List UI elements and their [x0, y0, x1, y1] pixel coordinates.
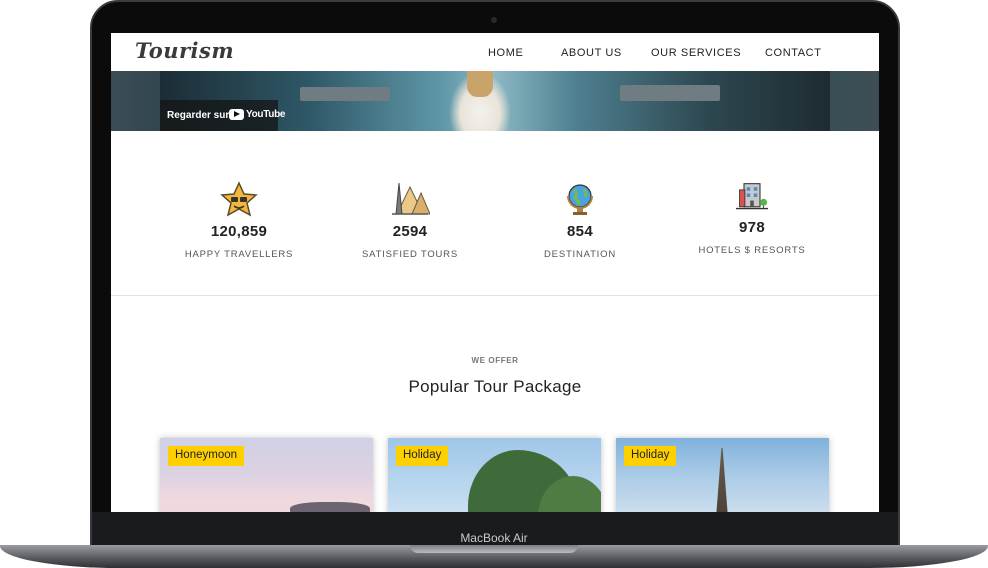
globe-icon	[567, 184, 593, 215]
woman-hair	[467, 71, 493, 97]
stat-label: DESTINATION	[544, 249, 616, 260]
nav-our-services[interactable]: OUR SERVICES	[651, 47, 741, 59]
tour-card-holiday[interactable]: Holiday	[388, 438, 601, 512]
restaurant-table	[620, 85, 720, 101]
stat-satisfied-tours: 2594 SATISFIED TOURS	[325, 181, 495, 260]
camera-icon	[491, 17, 497, 23]
stat-value: 854	[567, 223, 593, 240]
youtube-label: YouTube	[246, 109, 286, 120]
hotel-building-icon	[736, 183, 768, 210]
hero-video[interactable]: Regarder sur YouTube	[111, 71, 879, 131]
youtube-play-icon	[229, 109, 244, 120]
star-face-icon	[220, 181, 258, 217]
section-title: Popular Tour Package	[408, 377, 582, 396]
stat-value: 978	[739, 219, 765, 236]
stats-section: 120,859 HAPPY TRAVELLERS 2594 SATISFIED …	[111, 131, 879, 296]
card-badge: Honeymoon	[168, 446, 245, 466]
stat-value: 2594	[392, 223, 428, 240]
nav-contact[interactable]: CONTACT	[765, 47, 822, 59]
tour-card-holiday-paris[interactable]: Holiday	[616, 438, 829, 512]
navbar: Tourism HOME ABOUT US OUR SERVICES CONTA…	[111, 33, 879, 71]
restaurant-table	[300, 87, 390, 101]
nav-home[interactable]: HOME	[488, 47, 523, 59]
device-label: MacBook Air	[460, 531, 528, 545]
card-badge: Holiday	[624, 446, 677, 466]
website-screen: Tourism HOME ABOUT US OUR SERVICES CONTA…	[111, 33, 879, 512]
card-badge: Holiday	[396, 446, 449, 466]
stat-hotels-resorts: 978 HOTELS $ RESORTS	[667, 181, 837, 256]
stat-value: 120,859	[210, 223, 268, 240]
nav-about-us[interactable]: ABOUT US	[561, 47, 622, 59]
stat-destination: 854 DESTINATION	[495, 181, 665, 260]
section-eyebrow: WE OFFER	[471, 356, 519, 365]
section-divider	[111, 295, 879, 296]
site-logo[interactable]: Tourism	[135, 38, 234, 63]
stat-label: HAPPY TRAVELLERS	[184, 249, 294, 260]
stat-label: SATISFIED TOURS	[362, 249, 458, 260]
tour-card-honeymoon[interactable]: Honeymoon	[160, 438, 373, 512]
watch-on-label: Regarder sur	[167, 110, 230, 121]
eiffel-tower-image	[716, 448, 728, 512]
stat-label: HOTELS $ RESORTS	[698, 245, 806, 256]
eiffel-pyramids-icon	[392, 182, 430, 215]
city-silhouette	[290, 502, 370, 512]
stat-happy-travellers: 120,859 HAPPY TRAVELLERS	[154, 181, 324, 260]
laptop-notch	[410, 545, 578, 553]
